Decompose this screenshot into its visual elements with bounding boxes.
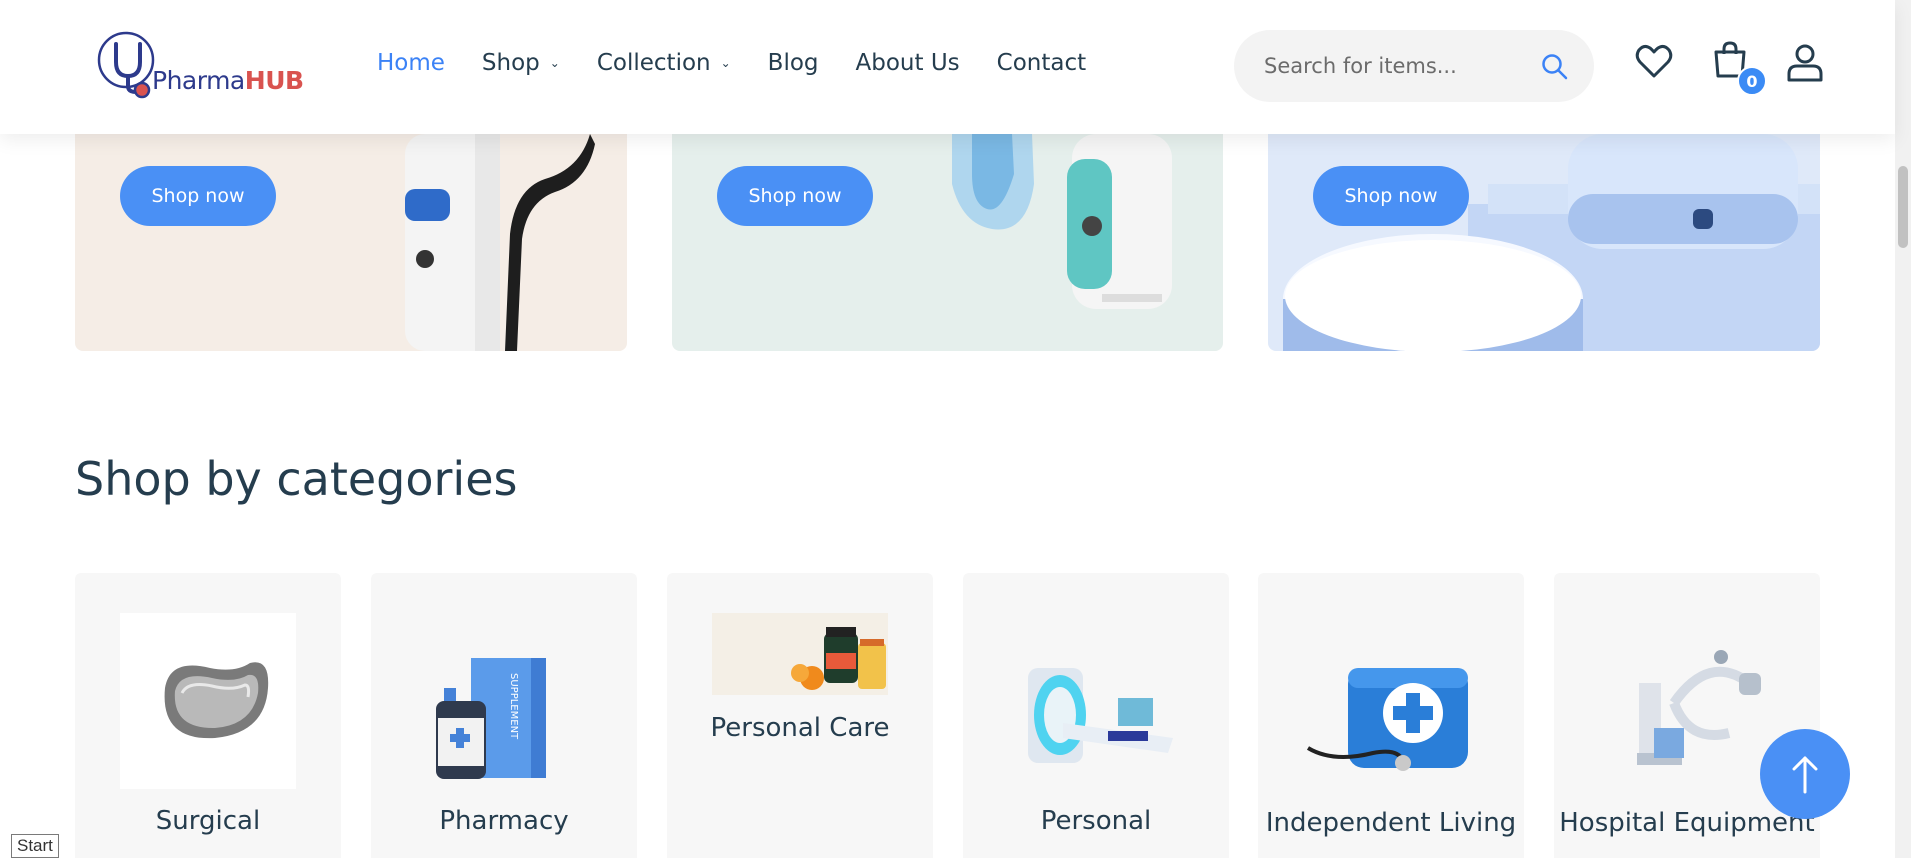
category-label: Independent Living — [1265, 808, 1517, 838]
user-icon[interactable] — [1785, 42, 1825, 82]
cart-count-badge: 0 — [1737, 66, 1767, 96]
nav-item-collection[interactable]: Collection ⌄ — [597, 50, 731, 76]
logo-wordmark: PharmaHUB — [152, 66, 304, 95]
promo-banner-device: Shop now — [1268, 134, 1820, 351]
nav-item-blog[interactable]: Blog — [768, 50, 819, 76]
nebulizer-product-image — [952, 134, 1172, 309]
mri-scanner-image — [1028, 668, 1173, 763]
chevron-down-icon: ⌄ — [549, 56, 560, 70]
logo-text-hub: HUB — [244, 66, 304, 95]
logo-text-pharma: Pharma — [152, 66, 245, 95]
nav-item-home[interactable]: Home — [377, 50, 445, 76]
search-input[interactable] — [1264, 48, 1534, 84]
search-bar — [1234, 30, 1594, 102]
category-label: Pharmacy — [439, 806, 569, 836]
scrollbar-thumb[interactable] — [1898, 166, 1908, 248]
category-label: Surgical — [155, 806, 261, 836]
nav-item-about[interactable]: About Us — [856, 50, 960, 76]
shop-now-button[interactable]: Shop now — [120, 166, 276, 226]
chevron-down-icon: ⌄ — [720, 56, 731, 70]
site-logo[interactable]: PharmaHUB — [96, 30, 306, 100]
category-card-independent-living[interactable]: Independent Living — [1258, 573, 1524, 858]
thermometer-product-image — [405, 134, 595, 351]
nav-label-collection: Collection — [596, 50, 711, 76]
vitamins-image — [712, 613, 888, 695]
promo-banner-thermometer: Shop now — [75, 134, 627, 351]
arrow-up-icon — [1792, 756, 1818, 794]
nav-item-contact[interactable]: Contact — [997, 50, 1086, 76]
category-card-surgical[interactable]: Surgical — [75, 573, 341, 858]
start-button[interactable]: Start — [11, 834, 59, 858]
nav-label-contact: Contact — [996, 50, 1087, 76]
heart-icon[interactable] — [1634, 42, 1674, 82]
pharmacy-bottle-image: SUPPLEMENT — [436, 658, 546, 779]
promo-banner-nebulizer: Shop now — [672, 134, 1223, 351]
first-aid-kit-image — [1306, 668, 1468, 771]
search-icon[interactable] — [1540, 52, 1570, 82]
nav-label-about: About Us — [855, 50, 960, 76]
shop-now-button[interactable]: Shop now — [717, 166, 873, 226]
svg-text:SUPPLEMENT: SUPPLEMENT — [508, 673, 519, 740]
nav-item-shop[interactable]: Shop ⌄ — [482, 50, 560, 76]
category-card-pharmacy[interactable]: SUPPLEMENT Pharmacy — [371, 573, 637, 858]
nav-label-home: Home — [377, 50, 445, 76]
medical-device-product-image — [1283, 134, 1820, 351]
category-label: Personal — [1040, 806, 1152, 836]
nav-label-shop: Shop — [481, 50, 540, 76]
category-card-hospital-equipment[interactable]: Hospital Equipment — [1554, 573, 1820, 858]
surgical-tray-image — [120, 613, 296, 789]
page-scrollbar[interactable] — [1895, 0, 1911, 858]
section-title: Shop by categories — [75, 452, 518, 506]
nav-label-blog: Blog — [767, 50, 819, 76]
category-label: Personal Care — [710, 713, 890, 743]
category-card-personal-care[interactable]: Personal Care — [667, 573, 933, 858]
scroll-to-top-button[interactable] — [1760, 729, 1850, 819]
main-nav: Home Shop ⌄ Collection ⌄ Blog About Us C… — [377, 50, 1123, 76]
c-arm-xray-image — [1637, 650, 1761, 765]
site-header: PharmaHUB Home Shop ⌄ Collection ⌄ Blog … — [0, 0, 1895, 134]
category-card-personal[interactable]: Personal — [963, 573, 1229, 858]
